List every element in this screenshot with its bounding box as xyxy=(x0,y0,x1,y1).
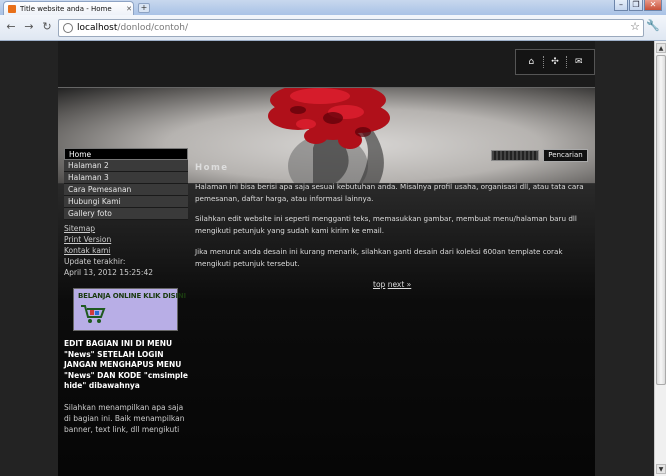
page-navigation: top next » xyxy=(373,280,411,289)
back-icon[interactable]: ← xyxy=(4,20,18,34)
url-path: /donlod/contoh/ xyxy=(117,23,189,33)
scrollbar-thumb[interactable] xyxy=(656,55,666,385)
vertical-scrollbar[interactable]: ▲ ▼ xyxy=(654,41,666,476)
wrench-icon[interactable]: 🔧 xyxy=(646,19,660,32)
forward-icon[interactable]: → xyxy=(22,20,36,34)
ad-text: BELANJA ONLINE KLIK DISINI xyxy=(78,292,186,300)
address-bar[interactable]: localhost /donlod/contoh/ xyxy=(58,19,644,37)
search-input[interactable] xyxy=(491,150,539,161)
globe-icon xyxy=(63,23,73,33)
close-tab-icon[interactable]: ✕ xyxy=(125,5,133,13)
top-link[interactable]: top xyxy=(373,280,385,289)
sitemap-link[interactable]: Sitemap xyxy=(64,223,188,234)
menu-item-gallery-foto[interactable]: Gallery foto xyxy=(64,208,188,220)
reload-icon[interactable]: ↻ xyxy=(40,20,54,34)
url-host: localhost xyxy=(77,23,118,33)
iconbar-divider xyxy=(566,56,568,68)
menu-item-home[interactable]: Home xyxy=(64,148,188,160)
menu-item-halaman-3[interactable]: Halaman 3 xyxy=(64,172,188,184)
bookmark-star-icon[interactable]: ☆ xyxy=(630,20,640,33)
home-icon[interactable]: ⌂ xyxy=(524,55,538,69)
last-update-label: Update terakhir: xyxy=(64,257,126,266)
print-version-link[interactable]: Print Version xyxy=(64,234,188,245)
iconbar-divider xyxy=(542,56,544,68)
window-controls: – ❐ ✕ xyxy=(614,0,662,11)
last-update-date: April 13, 2012 15:25:42 xyxy=(64,268,153,277)
content-paragraph-1: Halaman ini bisa berisi apa saja sesuai … xyxy=(195,182,584,203)
shopping-ad-banner[interactable]: BELANJA ONLINE KLIK DISINI xyxy=(73,288,186,331)
content-paragraph-3: Jika menurut anda desain ini kurang mena… xyxy=(195,247,563,268)
restore-icon[interactable]: ❐ xyxy=(629,0,643,11)
sidebar-links: Sitemap Print Version Kontak kami Update… xyxy=(64,223,188,278)
content-paragraph-2: Silahkan edit website ini seperti mengga… xyxy=(195,214,577,235)
sitemap-icon[interactable]: ✣ xyxy=(548,55,562,69)
browser-toolbar: ← → ↻ localhost /donlod/contoh/ ☆ 🔧 xyxy=(0,15,666,41)
mail-icon[interactable]: ✉ xyxy=(572,55,586,69)
browser-tab[interactable]: Title website anda - Home ✕ xyxy=(3,1,134,15)
main-menu: Home Halaman 2 Halaman 3 Cara Pemesanan … xyxy=(64,148,188,220)
page-title: Home xyxy=(195,163,229,173)
minimize-icon[interactable]: – xyxy=(614,0,628,11)
sidebar-heading: EDIT BAGIAN INI DI MENU "News" SETELAH L… xyxy=(64,339,188,390)
menu-item-cara-pemesanan[interactable]: Cara Pemesanan xyxy=(64,184,188,196)
favicon-icon xyxy=(8,4,16,13)
close-window-icon[interactable]: ✕ xyxy=(644,0,662,11)
contact-link[interactable]: Kontak kami xyxy=(64,245,188,256)
shopping-cart-icon xyxy=(81,305,106,323)
menu-item-hubungi-kami[interactable]: Hubungi Kami xyxy=(64,196,188,208)
new-tab-button[interactable]: + xyxy=(138,3,150,13)
search-button[interactable]: Pencarian xyxy=(543,149,588,162)
header-iconbar: ⌂ ✣ ✉ xyxy=(515,49,595,75)
tab-title: Title website anda - Home xyxy=(20,4,112,13)
menu-item-halaman-2[interactable]: Halaman 2 xyxy=(64,160,188,172)
browser-titlebar: Title website anda - Home ✕ + – ❐ ✕ xyxy=(0,0,666,15)
scroll-down-icon[interactable]: ▼ xyxy=(656,464,666,474)
sidebar-paragraph: Silahkan menampilkan apa saja di bagian … xyxy=(64,403,185,434)
scroll-up-icon[interactable]: ▲ xyxy=(656,43,666,53)
next-link[interactable]: next » xyxy=(388,280,412,289)
